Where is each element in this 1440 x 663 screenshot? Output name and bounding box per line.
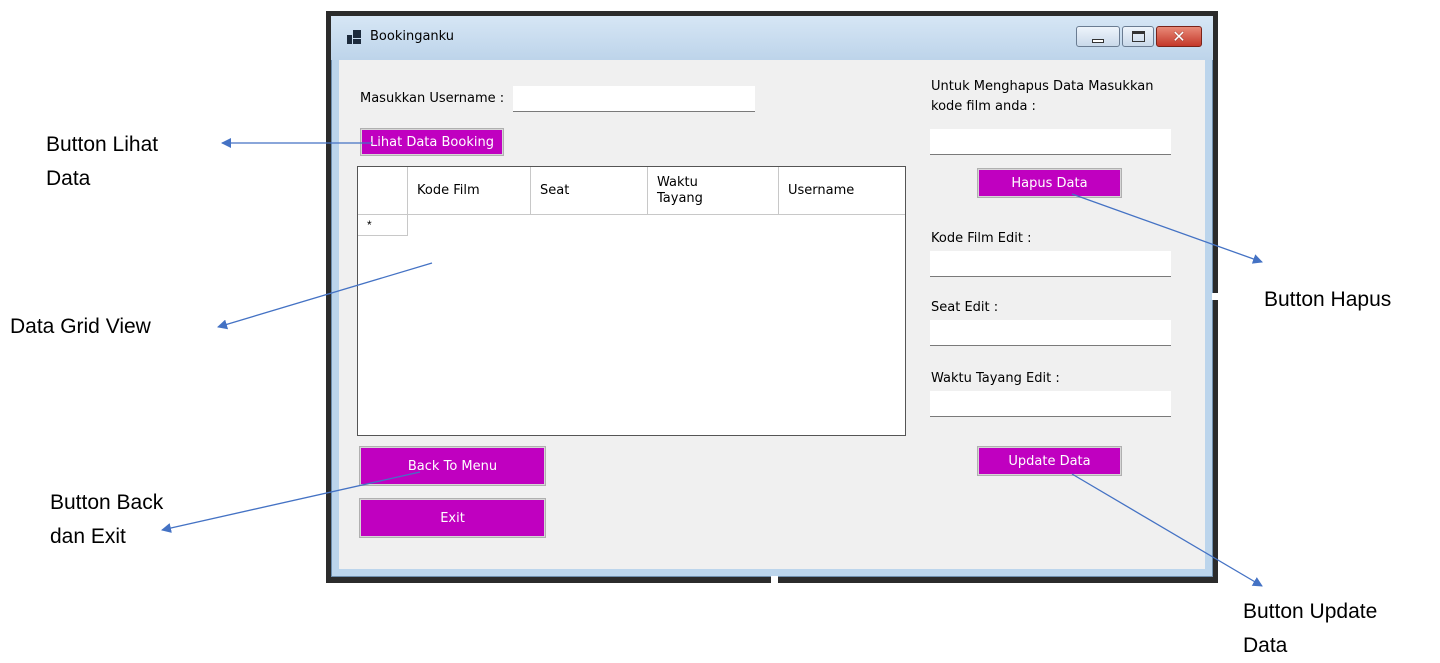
minimize-button[interactable] — [1076, 26, 1120, 47]
username-label: Masukkan Username : — [360, 91, 505, 106]
username-input[interactable] — [513, 86, 755, 112]
grid-corner-header[interactable] — [358, 167, 408, 214]
waktu-tayang-edit-label: Waktu Tayang Edit : — [931, 371, 1060, 386]
column-header-username[interactable]: Username — [779, 167, 905, 214]
column-header-kode-film[interactable]: Kode Film — [408, 167, 531, 214]
waktu-tayang-edit-input[interactable] — [930, 391, 1171, 417]
minimize-icon — [1092, 38, 1104, 43]
annotation-line: Button Back — [50, 491, 164, 514]
grid-header-row: Kode Film Seat Waktu Tayang Username — [358, 167, 905, 215]
table-row[interactable]: * — [358, 214, 905, 236]
hapus-kode-film-input[interactable] — [930, 129, 1171, 155]
hapus-data-button[interactable]: Hapus Data — [978, 169, 1121, 197]
annotation-button-back-exit: Button Back dan Exit — [50, 486, 163, 554]
annotation-button-hapus: Button Hapus — [1264, 283, 1391, 317]
annotation-line: Data — [46, 167, 91, 190]
annotation-line: Button Lihat — [46, 133, 159, 156]
column-header-seat[interactable]: Seat — [531, 167, 648, 214]
resize-handle — [771, 576, 778, 583]
close-button[interactable]: ✕ — [1156, 26, 1202, 47]
annotation-button-lihat: Button Lihat Data — [46, 128, 158, 196]
window-title: Bookinganku — [370, 29, 455, 44]
annotation-line: dan Exit — [50, 525, 126, 548]
seat-edit-label: Seat Edit : — [931, 300, 999, 315]
maximize-icon — [1131, 31, 1145, 42]
lihat-data-booking-button[interactable]: Lihat Data Booking — [361, 129, 503, 155]
column-header-waktu-tayang[interactable]: Waktu Tayang — [648, 167, 779, 214]
seat-edit-input[interactable] — [930, 320, 1171, 346]
data-grid-view[interactable]: Kode Film Seat Waktu Tayang Username * — [357, 166, 906, 436]
resize-handle — [1212, 293, 1219, 300]
app-icon — [347, 30, 361, 44]
maximize-button[interactable] — [1122, 26, 1154, 47]
annotation-line: Button Update — [1243, 600, 1378, 623]
update-data-button[interactable]: Update Data — [978, 447, 1121, 475]
hapus-instruction-label: Untuk Menghapus Data Masukkan kode film … — [931, 79, 1154, 114]
new-row-marker[interactable]: * — [358, 214, 408, 236]
exit-button[interactable]: Exit — [360, 499, 545, 537]
annotation-button-update: Button Update Data — [1243, 595, 1377, 663]
back-to-menu-button[interactable]: Back To Menu — [360, 447, 545, 485]
kode-film-edit-input[interactable] — [930, 251, 1171, 277]
close-icon: ✕ — [1172, 27, 1186, 46]
annotation-line: Data Grid View — [10, 315, 151, 338]
annotation-line: Data — [1243, 634, 1288, 657]
kode-film-edit-label: Kode Film Edit : — [931, 231, 1032, 246]
annotation-line: Button Hapus — [1264, 288, 1392, 311]
annotation-data-grid-view: Data Grid View — [10, 310, 151, 344]
